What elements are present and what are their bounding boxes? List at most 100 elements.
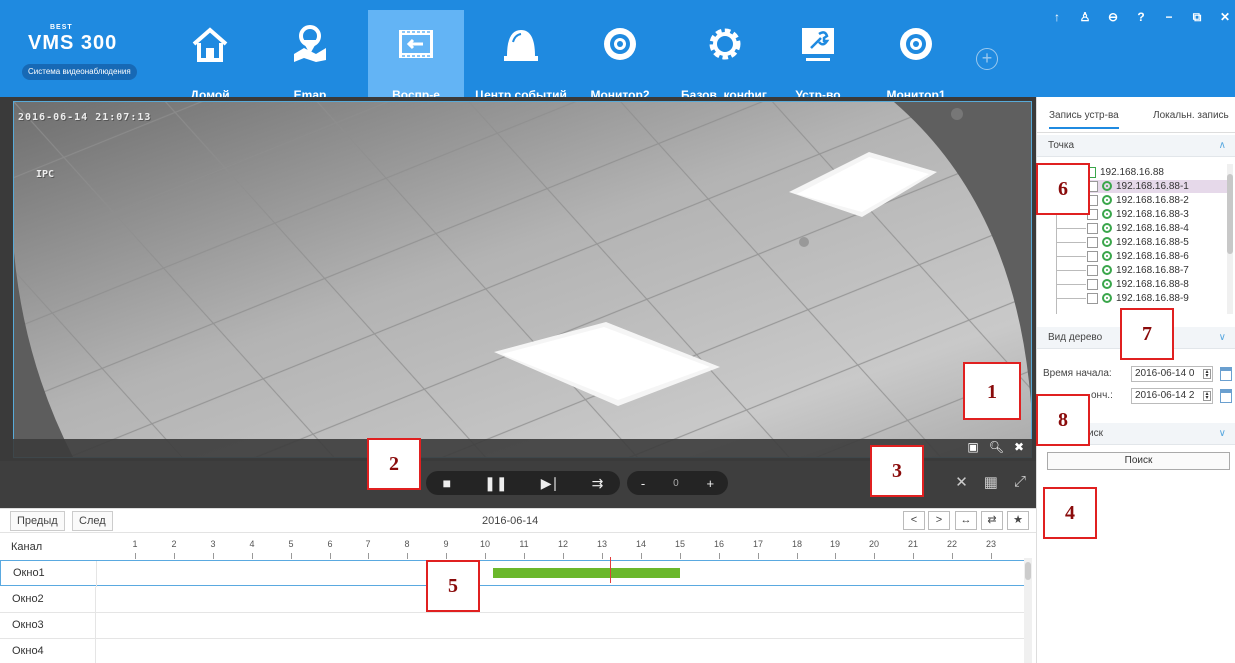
top-navigation-bar: BEST VMS 300 Система видеонаблюдения Дом… — [0, 0, 1235, 102]
calendar-icon[interactable] — [1220, 389, 1232, 403]
end-time-field[interactable]: 2016-06-14 2 ▴ ▾ — [1131, 388, 1213, 404]
tree-line — [1056, 228, 1086, 229]
search-button[interactable]: Поиск — [1047, 452, 1230, 470]
add-tab-button[interactable]: + — [976, 48, 998, 70]
tab-local-record[interactable]: Локальн. запись — [1153, 110, 1229, 121]
tree-item[interactable]: 192.168.16.88-9 — [1087, 292, 1227, 305]
video-player[interactable]: 2016-06-14 21:07:13 IPC — [13, 101, 1032, 458]
mute-icon[interactable]: ✖ — [1014, 440, 1024, 454]
tree-item-label: 192.168.16.88-3 — [1116, 209, 1189, 220]
nav-item-monitor1[interactable]: Монитор1 — [880, 10, 952, 102]
scroll-right-icon[interactable]: > — [928, 511, 950, 530]
scrollbar-thumb[interactable] — [1227, 174, 1233, 254]
next-button[interactable]: След — [72, 511, 113, 531]
zoom-out-icon[interactable]: ↔ — [955, 511, 977, 530]
hour-tick — [641, 553, 642, 559]
nav-item-event-center[interactable]: Центр событий — [466, 10, 576, 102]
tree-item[interactable]: 192.168.16.88-7 — [1087, 264, 1227, 277]
callout-marker: 6 — [1036, 163, 1090, 215]
zoom-in-icon[interactable]: ⇄ — [981, 511, 1003, 530]
snapshot-icon[interactable]: ▣ — [967, 440, 978, 454]
stop-icon[interactable]: ■ — [443, 475, 451, 491]
tree-item[interactable]: 192.168.16.88-3 — [1087, 208, 1227, 221]
osd-datetime: 2016-06-14 21:07:13 — [18, 112, 152, 123]
nav-item-home[interactable]: Домой — [180, 10, 240, 102]
timeline-row[interactable]: Окно3 — [0, 613, 1028, 639]
scrollbar-thumb[interactable] — [1025, 562, 1031, 580]
start-time-field[interactable]: 2016-06-14 0 ▴ ▾ — [1131, 366, 1213, 382]
zoom-icon[interactable]: 🔍︎ — [989, 440, 1004, 454]
hour-label: 20 — [868, 539, 879, 549]
tree-item-label: 192.168.16.88-7 — [1116, 265, 1189, 276]
nav-item-basic-config[interactable]: Базов. конфиг. — [666, 10, 784, 102]
home-icon — [192, 27, 228, 62]
tab-device-record[interactable]: Запись устр-ва — [1049, 110, 1119, 129]
nav-item-monitor2[interactable]: Монитор2 — [584, 10, 656, 102]
callout-marker: 7 — [1120, 308, 1174, 360]
hour-label: 1 — [132, 539, 138, 549]
timeline-row[interactable]: Окно2 — [0, 587, 1028, 613]
pin-icon[interactable]: ★ — [1007, 511, 1029, 530]
hour-label: 3 — [210, 539, 216, 549]
end-time-label: онч.: — [1091, 390, 1113, 401]
camera-icon — [1102, 209, 1112, 220]
speed-decrease-button[interactable]: - — [641, 476, 645, 491]
recording-segment[interactable] — [493, 568, 680, 578]
nav-item-playback[interactable]: Воспр-е — [368, 10, 464, 102]
app-subtitle: Система видеонаблюдения — [22, 64, 137, 80]
minimize-icon[interactable]: − — [1163, 10, 1175, 30]
tree-item[interactable]: 192.168.16.88-4 — [1087, 222, 1227, 235]
nav-item-emap[interactable]: Emap — [284, 10, 336, 102]
user-icon[interactable]: ♙ — [1079, 10, 1091, 30]
pause-icon[interactable]: ❚❚ — [484, 475, 507, 492]
layout-icon[interactable]: ▦ — [984, 473, 998, 491]
playback-buttons: ■ ❚❚ ▶∣ ⇉ — [426, 471, 620, 495]
calendar-icon[interactable] — [1220, 367, 1232, 381]
section-point-header[interactable]: Точка ∧ — [1037, 135, 1235, 157]
tree-root[interactable]: 192.168.16.88 — [1085, 166, 1164, 179]
row-label: Окно2 — [0, 587, 96, 613]
close-icon[interactable]: ✕ — [1219, 10, 1231, 30]
scroll-left-icon[interactable]: < — [903, 511, 925, 530]
tree-item[interactable]: 192.168.16.88-6 — [1087, 250, 1227, 263]
step-forward-icon[interactable]: ▶∣ — [541, 475, 559, 492]
item-checkbox[interactable] — [1087, 222, 1098, 234]
tree-item[interactable]: 192.168.16.88-5 — [1087, 236, 1227, 249]
nav-item-device[interactable]: Устр-во — [790, 10, 846, 102]
item-checkbox[interactable] — [1087, 250, 1098, 262]
timeline-scrollbar[interactable] — [1024, 558, 1032, 663]
timeline-header: Предыд След 2016-06-14 < > ↔ ⇄ ★ — [0, 509, 1036, 533]
lock-icon[interactable]: ⊖ — [1107, 10, 1119, 30]
restore-icon[interactable]: ⧉ — [1191, 10, 1203, 30]
hour-tick — [991, 553, 992, 559]
upgrade-icon[interactable]: ↑ — [1051, 10, 1063, 30]
frame-step-icon[interactable]: ⇉ — [592, 475, 604, 492]
item-checkbox[interactable] — [1087, 264, 1098, 276]
tree-item[interactable]: 192.168.16.88-8 — [1087, 278, 1227, 291]
spinner-icon[interactable]: ▴ ▾ — [1203, 391, 1211, 401]
camera-icon — [1102, 251, 1112, 262]
tree-item[interactable]: 192.168.16.88-2 — [1087, 194, 1227, 207]
timeline-panel: Предыд След 2016-06-14 < > ↔ ⇄ ★ Канал 1… — [0, 508, 1036, 663]
close-window-icon[interactable]: ✕ — [955, 473, 968, 491]
hour-label: 18 — [791, 539, 802, 549]
timeline-row[interactable]: Окно4 — [0, 639, 1028, 663]
timeline-date: 2016-06-14 — [482, 515, 539, 527]
time-cursor[interactable] — [610, 557, 611, 583]
hour-scale: Канал 1 2 3 4 5 6 7 8 9 10 11 12 13 14 15 16 17 18 19 20 21 2… — [0, 533, 1036, 561]
prev-button[interactable]: Предыд — [10, 511, 65, 531]
item-checkbox[interactable] — [1087, 292, 1098, 304]
hour-label: 14 — [635, 539, 646, 549]
tree-item[interactable]: 192.168.16.88-1 — [1087, 180, 1227, 193]
tree-scrollbar[interactable] — [1227, 164, 1233, 314]
item-checkbox[interactable] — [1087, 236, 1098, 248]
hour-label: 22 — [946, 539, 957, 549]
hour-label: 23 — [985, 539, 996, 549]
fullscreen-icon[interactable]: ⤢ — [1014, 473, 1026, 491]
item-checkbox[interactable] — [1087, 278, 1098, 290]
camera-icon — [1102, 265, 1112, 276]
help-icon[interactable]: ? — [1135, 10, 1147, 30]
spinner-icon[interactable]: ▴ ▾ — [1203, 369, 1211, 379]
speed-increase-button[interactable]: + — [706, 476, 714, 491]
window-tools: ✕ ▦ ⤢ — [955, 473, 1026, 491]
